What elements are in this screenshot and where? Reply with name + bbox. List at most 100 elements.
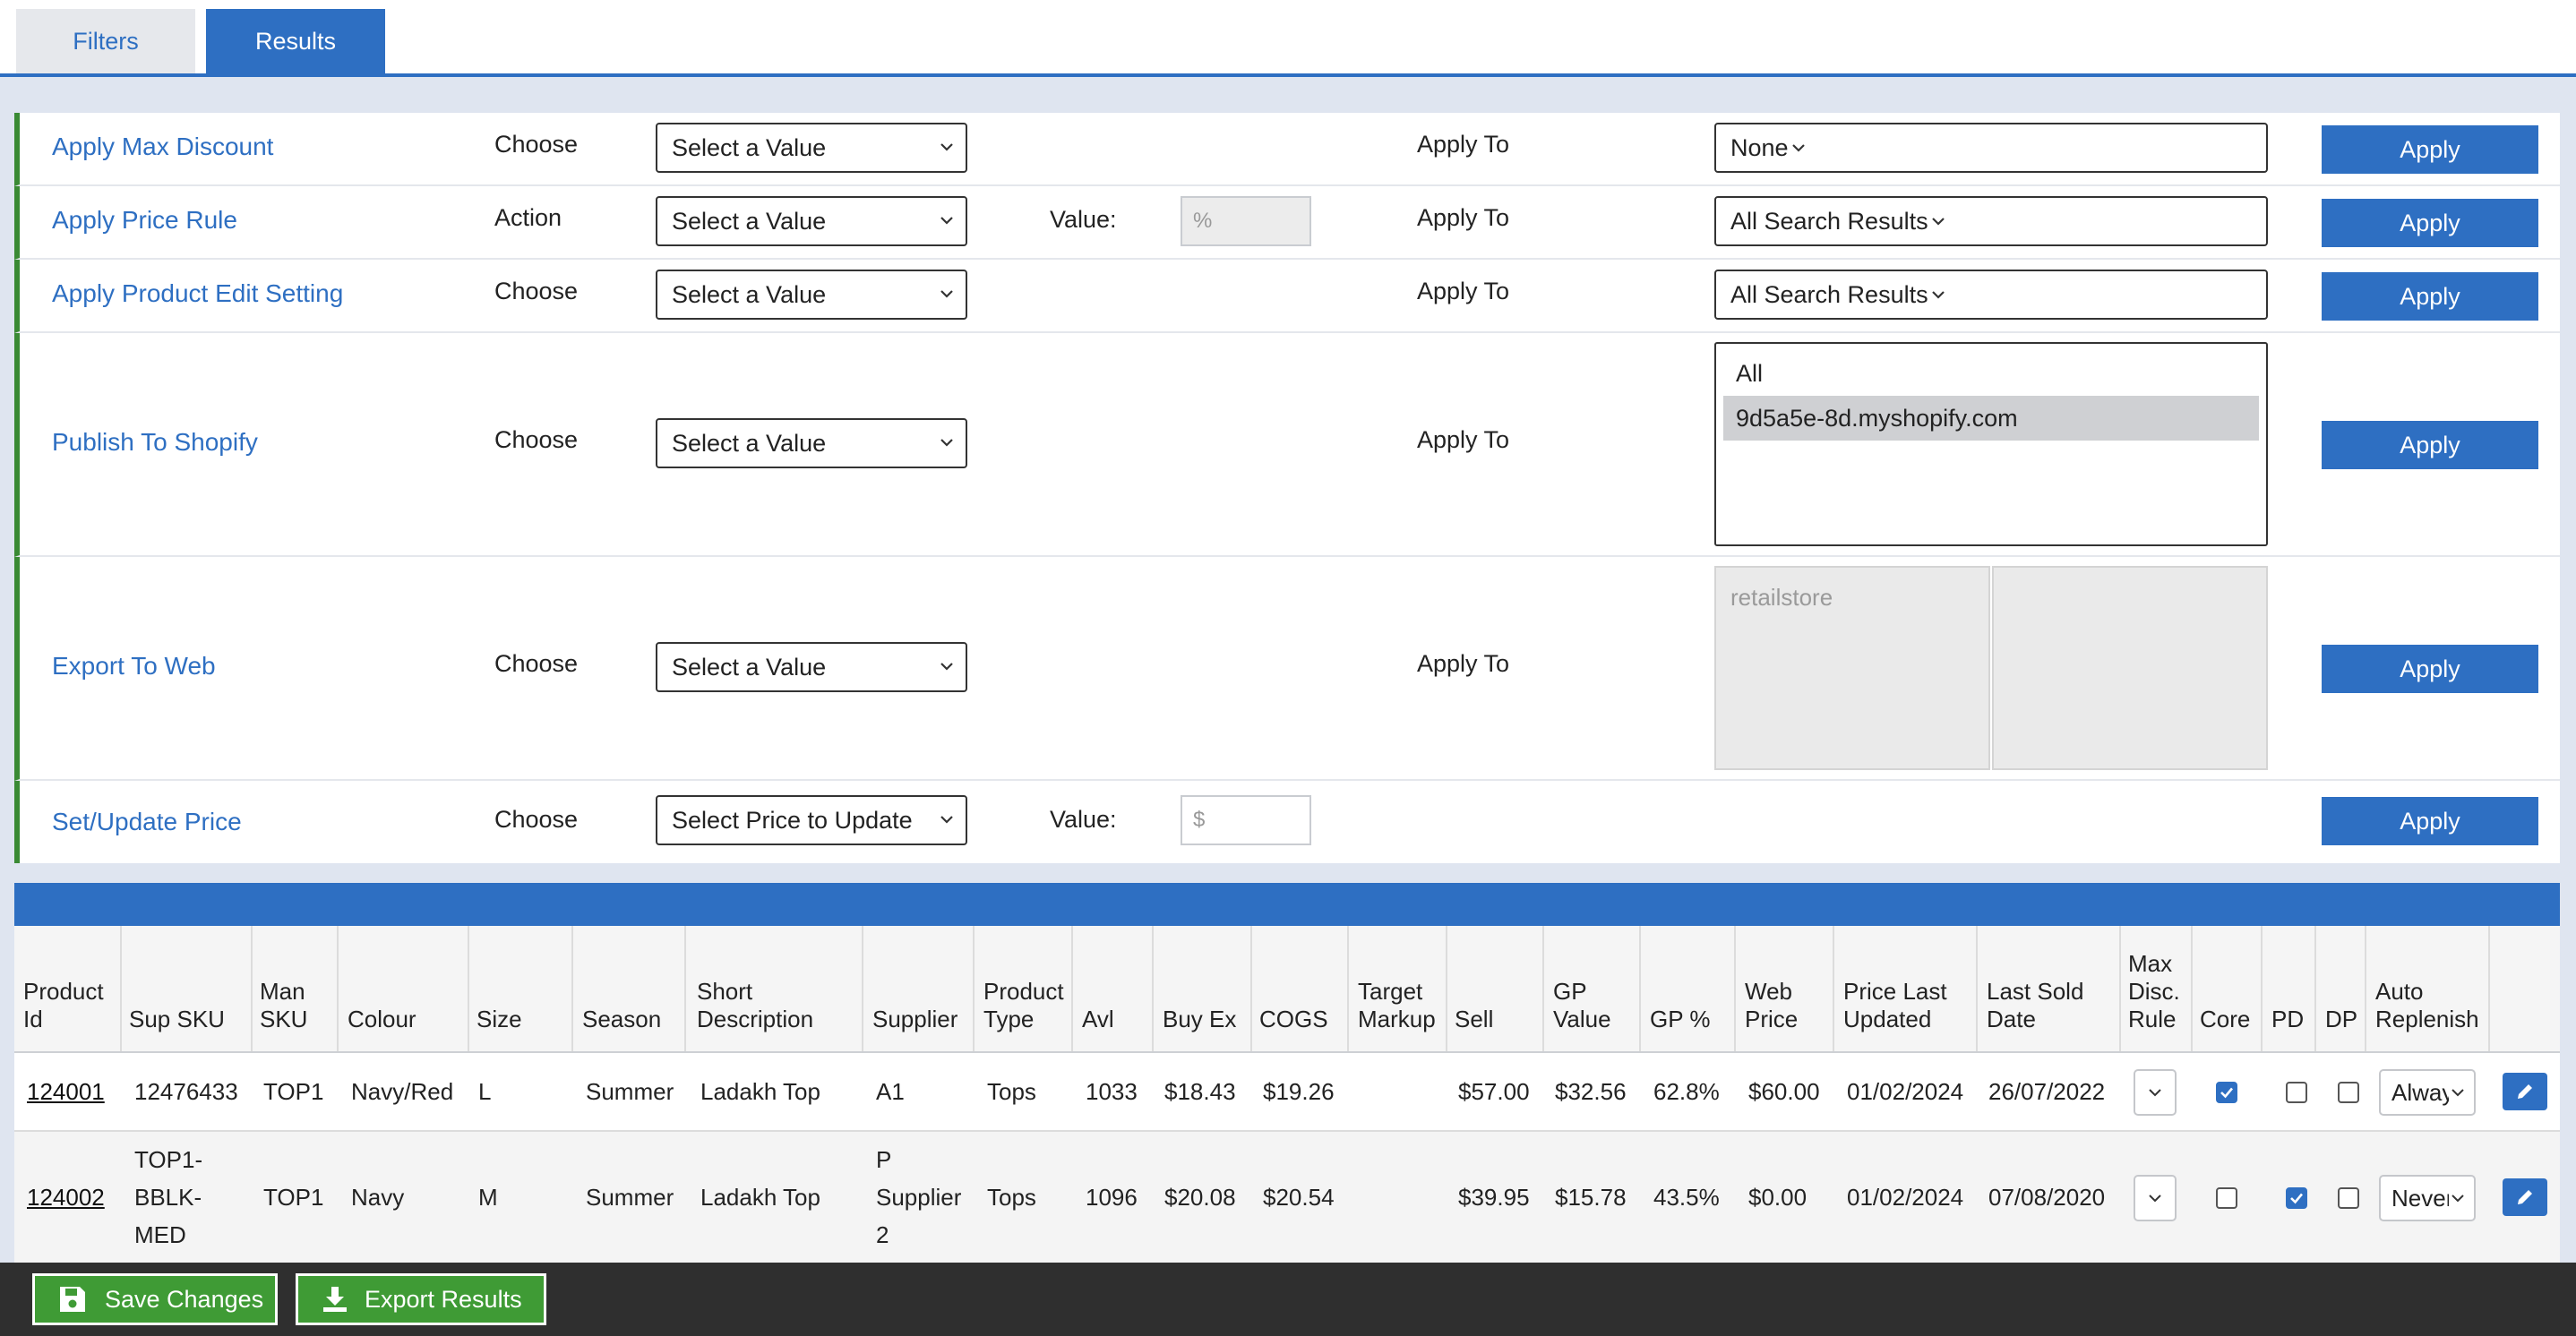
table-row: 124001 12476433 TOP1 Navy/Red L Summer L… bbox=[14, 1053, 2560, 1130]
edit-row-button[interactable] bbox=[2503, 1073, 2547, 1110]
col-buy-ex[interactable]: Buy Ex bbox=[1163, 1006, 1236, 1033]
apply-price-rule-button[interactable]: Apply bbox=[2322, 199, 2538, 247]
col-gp-value[interactable]: GP Value bbox=[1553, 978, 1611, 1033]
col-target-markup[interactable]: Target Markup bbox=[1358, 978, 1436, 1033]
select-value: All Search Results bbox=[1730, 207, 1928, 235]
save-changes-button[interactable]: Save Changes bbox=[32, 1273, 278, 1325]
chevron-down-icon bbox=[940, 217, 953, 225]
chevron-down-icon bbox=[940, 663, 953, 671]
listbox-option-store[interactable]: 9d5a5e-8d.myshopify.com bbox=[1723, 396, 2259, 441]
product-edit-apply-to-select[interactable]: All Search Results bbox=[1714, 270, 2268, 320]
max-discount-select[interactable]: Select a Value bbox=[656, 123, 967, 173]
cell-season: Summer bbox=[586, 1078, 674, 1105]
results-grid: Product Id Sup SKU Man SKU Colour Size S… bbox=[14, 926, 2560, 1263]
tab-filters[interactable]: Filters bbox=[16, 9, 195, 73]
export-web-select[interactable]: Select a Value bbox=[656, 642, 967, 692]
max-discount-link[interactable]: Apply Max Discount bbox=[52, 133, 273, 161]
col-gp-pct[interactable]: GP % bbox=[1650, 1006, 1710, 1033]
col-cogs[interactable]: COGS bbox=[1259, 1006, 1328, 1033]
set-price-link[interactable]: Set/Update Price bbox=[52, 808, 242, 836]
apply-set-price-button[interactable]: Apply bbox=[2322, 797, 2538, 845]
price-rule-link[interactable]: Apply Price Rule bbox=[52, 206, 237, 235]
apply-product-edit-button[interactable]: Apply bbox=[2322, 272, 2538, 321]
price-rule-value-input[interactable]: % bbox=[1181, 196, 1311, 246]
action-row-export-web: Export To Web Choose Select a Value Appl… bbox=[14, 557, 2560, 781]
dp-checkbox[interactable] bbox=[2338, 1082, 2359, 1103]
save-icon bbox=[58, 1285, 89, 1314]
column-divider bbox=[2261, 926, 2263, 1051]
apply-publish-shopify-button[interactable]: Apply bbox=[2322, 421, 2538, 469]
cell-sell: $57.00 bbox=[1458, 1078, 1530, 1105]
auto-replenish-select[interactable]: Never bbox=[2379, 1175, 2476, 1221]
column-divider bbox=[2119, 926, 2121, 1051]
listbox-option-all[interactable]: All bbox=[1723, 351, 2259, 396]
product-edit-select[interactable]: Select a Value bbox=[656, 270, 967, 320]
set-price-value-input[interactable]: $ bbox=[1181, 795, 1311, 845]
col-last-sold-date[interactable]: Last Sold Date bbox=[1987, 978, 2083, 1033]
max-disc-rule-select[interactable] bbox=[2134, 1175, 2177, 1221]
col-auto-replenish[interactable]: Auto Replenish bbox=[2375, 978, 2479, 1033]
product-id-link[interactable]: 124002 bbox=[27, 1178, 105, 1216]
select-value: None bbox=[1730, 133, 1789, 161]
export-store-selected-list[interactable] bbox=[1992, 566, 2268, 770]
cell-price-last-updated: 01/02/2024 bbox=[1847, 1078, 1964, 1105]
price-rule-select[interactable]: Select a Value bbox=[656, 196, 967, 246]
col-size[interactable]: Size bbox=[477, 1006, 522, 1033]
col-core[interactable]: Core bbox=[2200, 1006, 2250, 1033]
publish-shopify-link[interactable]: Publish To Shopify bbox=[52, 428, 258, 457]
cell-last-sold-date: 26/07/2022 bbox=[1988, 1078, 2106, 1105]
product-id-link[interactable]: 124001 bbox=[27, 1073, 105, 1110]
col-product-type[interactable]: Product Type bbox=[983, 978, 1064, 1033]
apply-export-web-button[interactable]: Apply bbox=[2322, 645, 2538, 693]
column-divider bbox=[2191, 926, 2193, 1051]
table-header: Product Id Sup SKU Man SKU Colour Size S… bbox=[14, 926, 2560, 1053]
footer-toolbar: Save Changes Export Results bbox=[0, 1263, 2576, 1336]
core-checkbox[interactable] bbox=[2216, 1187, 2237, 1209]
check-icon bbox=[2290, 1193, 2303, 1204]
export-results-button[interactable]: Export Results bbox=[296, 1273, 546, 1325]
export-web-link[interactable]: Export To Web bbox=[52, 652, 216, 681]
column-divider bbox=[862, 926, 863, 1051]
col-sup-sku[interactable]: Sup SKU bbox=[129, 1006, 225, 1033]
col-supplier[interactable]: Supplier bbox=[872, 1006, 957, 1033]
export-store-list[interactable]: retailstore bbox=[1714, 566, 1990, 770]
max-disc-rule-select[interactable] bbox=[2134, 1069, 2177, 1116]
tab-results[interactable]: Results bbox=[206, 9, 385, 73]
save-changes-label: Save Changes bbox=[105, 1285, 264, 1313]
column-divider bbox=[1071, 926, 1073, 1051]
col-web-price[interactable]: Web Price bbox=[1745, 978, 1798, 1033]
apply-max-discount-button[interactable]: Apply bbox=[2322, 125, 2538, 174]
auto-replenish-select[interactable]: Always bbox=[2379, 1069, 2476, 1116]
choose-label: Choose bbox=[494, 278, 579, 304]
select-value: All Search Results bbox=[1730, 280, 1928, 308]
price-rule-apply-to-select[interactable]: All Search Results bbox=[1714, 196, 2268, 246]
cell-gp-pct: 43.5% bbox=[1653, 1184, 1720, 1211]
publish-shopify-select[interactable]: Select a Value bbox=[656, 418, 967, 468]
set-price-select[interactable]: Select Price to Update bbox=[656, 795, 967, 845]
col-max-disc-rule[interactable]: Max Disc. Rule bbox=[2128, 950, 2180, 1033]
shopify-store-listbox[interactable]: All 9d5a5e-8d.myshopify.com bbox=[1714, 342, 2268, 546]
col-product-id[interactable]: Product Id bbox=[23, 978, 104, 1033]
col-colour[interactable]: Colour bbox=[348, 1006, 416, 1033]
col-avl[interactable]: Avl bbox=[1082, 1006, 1114, 1033]
col-man-sku[interactable]: Man SKU bbox=[260, 978, 307, 1033]
column-divider bbox=[1152, 926, 1154, 1051]
action-row-set-price: Set/Update Price Choose Select Price to … bbox=[14, 781, 2560, 863]
select-value: Never bbox=[2391, 1184, 2454, 1212]
col-pd[interactable]: PD bbox=[2271, 1006, 2304, 1033]
dp-checkbox[interactable] bbox=[2338, 1187, 2359, 1209]
cell-size: L bbox=[478, 1078, 492, 1105]
col-season[interactable]: Season bbox=[582, 1006, 661, 1033]
col-short-description[interactable]: Short Description bbox=[697, 978, 813, 1033]
col-price-last-updated[interactable]: Price Last Updated bbox=[1843, 978, 1947, 1033]
cell-avl: 1096 bbox=[1086, 1184, 1138, 1211]
edit-row-button[interactable] bbox=[2503, 1178, 2547, 1216]
pd-checkbox[interactable] bbox=[2286, 1187, 2307, 1209]
pd-checkbox[interactable] bbox=[2286, 1082, 2307, 1103]
col-dp[interactable]: DP bbox=[2325, 1006, 2357, 1033]
max-discount-apply-to-select[interactable]: None bbox=[1714, 123, 2268, 173]
product-edit-link[interactable]: Apply Product Edit Setting bbox=[52, 279, 343, 308]
col-sell[interactable]: Sell bbox=[1455, 1006, 1493, 1033]
check-icon bbox=[2220, 1087, 2233, 1099]
core-checkbox[interactable] bbox=[2216, 1082, 2237, 1103]
